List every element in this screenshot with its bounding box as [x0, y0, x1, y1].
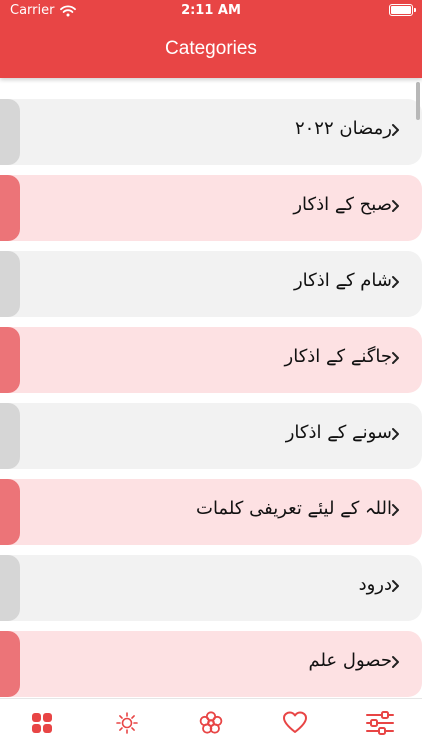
tab-bar — [0, 698, 422, 751]
row-tab — [0, 479, 20, 545]
category-row-sleeping-azkar[interactable]: سونے کے اذکار — [0, 403, 422, 469]
category-row-seeking-knowledge[interactable]: حصول علم — [0, 631, 422, 697]
category-label: جاگنے کے اذکار — [284, 346, 392, 367]
sliders-icon — [365, 711, 394, 735]
category-label: درود — [358, 574, 392, 595]
chevron-right-icon — [392, 124, 399, 136]
category-row-praise-of-allah[interactable]: اللہ کے لیئے تعریفی کلمات — [0, 479, 422, 545]
sun-icon — [115, 712, 138, 734]
category-row-durood[interactable]: درود — [0, 555, 422, 621]
grid-icon — [32, 713, 53, 733]
category-row-morning-azkar[interactable]: صبح کے اذکار — [0, 175, 422, 241]
tab-flower[interactable] — [191, 703, 231, 743]
battery-icon — [389, 4, 416, 16]
chevron-right-icon — [392, 428, 399, 440]
category-label: سونے کے اذکار — [285, 422, 392, 443]
flower-icon — [199, 711, 223, 734]
scrollbar-thumb[interactable] — [416, 82, 420, 120]
category-list[interactable]: رمضان ۲۰۲۲ صبح کے اذکار شام کے اذکار جاگ… — [0, 78, 422, 698]
page-title: Categories — [165, 38, 257, 59]
status-time: 2:11 AM — [181, 3, 241, 18]
tab-sun[interactable] — [107, 703, 147, 743]
row-tab — [0, 631, 20, 697]
chevron-right-icon — [392, 200, 399, 212]
tab-favorites[interactable] — [275, 703, 315, 743]
chevron-right-icon — [392, 276, 399, 288]
row-tab — [0, 403, 20, 469]
chevron-right-icon — [392, 580, 399, 592]
chevron-right-icon — [392, 352, 399, 364]
tab-settings[interactable] — [360, 703, 400, 743]
status-bar: Carrier 2:11 AM — [0, 0, 422, 24]
row-tab — [0, 175, 20, 241]
tab-categories[interactable] — [22, 703, 62, 743]
category-row-ramadan-2022[interactable]: رمضان ۲۰۲۲ — [0, 99, 422, 165]
category-label: رمضان ۲۰۲۲ — [294, 118, 392, 139]
heart-icon — [283, 711, 308, 733]
chevron-right-icon — [392, 656, 399, 668]
category-label: اللہ کے لیئے تعریفی کلمات — [196, 498, 392, 519]
category-row-waking-azkar[interactable]: جاگنے کے اذکار — [0, 327, 422, 393]
category-row-evening-azkar[interactable]: شام کے اذکار — [0, 251, 422, 317]
category-label: صبح کے اذکار — [293, 194, 392, 215]
category-label: حصول علم — [308, 650, 392, 671]
row-tab — [0, 99, 20, 165]
nav-header: Carrier 2:11 AM Categories — [0, 0, 422, 78]
category-label: شام کے اذکار — [293, 270, 392, 291]
row-tab — [0, 327, 20, 393]
row-tab — [0, 555, 20, 621]
row-tab — [0, 251, 20, 317]
chevron-right-icon — [392, 504, 399, 516]
